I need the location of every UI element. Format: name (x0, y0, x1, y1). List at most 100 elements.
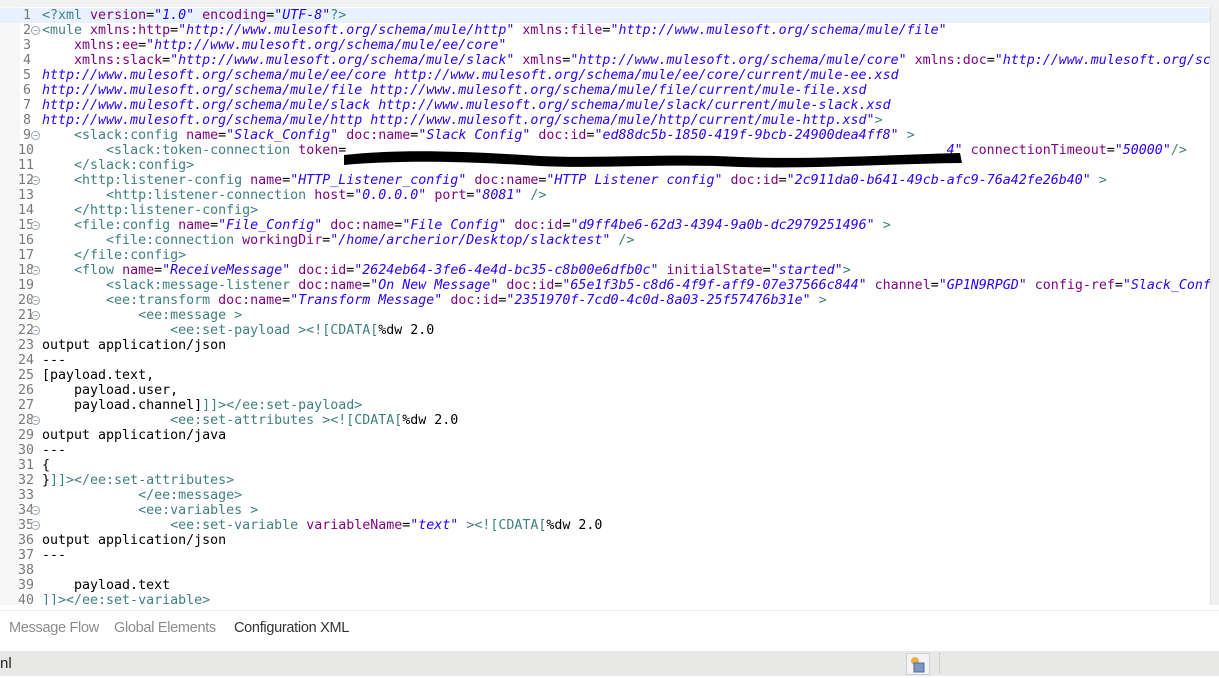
fold-collapse-icon[interactable]: − (31, 266, 40, 275)
code-line[interactable]: 16 <file:connection workingDir="/home/ar… (0, 233, 1210, 248)
status-bar: nl (0, 651, 1219, 676)
xml-value: http://www.mulesoft.org/schema/mule/slac… (42, 98, 891, 113)
code-line[interactable]: 13 <http:listener-connection host="0.0.0… (0, 188, 1210, 203)
xml-tag: <?xml (42, 8, 91, 23)
code-line[interactable]: 20− <ee:transform doc:name="Transform Me… (0, 293, 1210, 308)
fold-collapse-icon[interactable]: − (31, 296, 40, 305)
plain-text: = (138, 38, 147, 53)
fold-collapse-icon[interactable]: − (31, 521, 40, 530)
xml-editor[interactable]: 1 <?xml version="1.0" encoding="UTF-8"?> 2… (0, 7, 1210, 605)
xml-value: "On New Message" (370, 278, 499, 293)
plain-text: %dw 2.0 (546, 518, 603, 533)
plain-text: output application/json (42, 533, 227, 548)
xml-value: "GP1N9RPGD" (938, 278, 1027, 293)
code-line[interactable]: 12− <http:listener-config name="HTTP_Lis… (0, 173, 1210, 188)
code-line[interactable]: 21− <ee:message > (0, 308, 1210, 323)
code-line[interactable]: 1 <?xml version="1.0" encoding="UTF-8"?> (0, 8, 1210, 23)
xml-tag: <http:listener-connection (106, 188, 315, 203)
code-line[interactable]: 36 output application/json (0, 533, 1210, 548)
line-number: 31 (18, 458, 35, 473)
plain-text: payload.user, (42, 383, 179, 398)
plain-text (42, 38, 74, 53)
code-line[interactable]: 23 output application/json (0, 338, 1210, 353)
fold-collapse-icon[interactable]: − (31, 131, 40, 140)
code-line[interactable]: 2− <mule xmlns:http="http://www.mulesoft.… (0, 23, 1210, 38)
xml-value: http://www.mulesoft.org/schema/mule/ee/c… (42, 68, 899, 83)
xml-attribute: doc:id (514, 218, 563, 233)
code-line[interactable]: 18− <flow name="ReceiveMessage" doc:id="… (0, 263, 1210, 278)
code-line[interactable]: 29 output application/java (0, 428, 1210, 443)
code-line[interactable]: 9− <slack:config name="Slack_Config" doc… (0, 128, 1210, 143)
code-line[interactable]: 22− <ee:set-payload ><![CDATA[%dw 2.0 (0, 323, 1210, 338)
code-line[interactable]: 24 --- (0, 353, 1210, 368)
xml-tag: <ee:set-variable (170, 518, 307, 533)
xml-tag: <ee:set-payload ><![CDATA[ (170, 323, 379, 338)
code-line[interactable]: 6 http://www.mulesoft.org/schema/mule/fil… (0, 83, 1210, 98)
code-line[interactable]: 5 http://www.mulesoft.org/schema/mule/ee/… (0, 68, 1210, 83)
line-number: 27 (18, 398, 35, 413)
code-line[interactable]: 17 </file:config> (0, 248, 1210, 263)
code-line[interactable]: 30 --- (0, 443, 1210, 458)
code-line[interactable]: 34− <ee:variables > (0, 503, 1210, 518)
xml-attribute: doc:id (298, 263, 347, 278)
code-line[interactable]: 14 </http:listener-config> (0, 203, 1210, 218)
xml-attribute: initialState (666, 263, 763, 278)
plain-text (42, 278, 106, 293)
code-line[interactable]: 33 </ee:message> (0, 488, 1210, 503)
code-text: </ee:message> (42, 488, 242, 503)
code-line[interactable]: 7 http://www.mulesoft.org/schema/mule/sla… (0, 98, 1210, 113)
xml-attribute: doc:name (218, 293, 283, 308)
line-number: 40 (18, 593, 35, 605)
code-line[interactable]: 25 [payload.text, (0, 368, 1210, 383)
xml-attribute: doc:name (298, 278, 363, 293)
code-line[interactable]: 40]]></ee:set-variable> (0, 593, 1210, 605)
code-line[interactable]: 39 payload.text (0, 578, 1210, 593)
fold-collapse-icon[interactable]: − (31, 221, 40, 230)
code-line[interactable]: 4 xmlns:slack="http://www.mulesoft.org/s… (0, 53, 1210, 68)
xml-attribute: port (434, 188, 467, 203)
line-number: 4 (22, 53, 31, 68)
fold-collapse-icon[interactable]: − (31, 311, 40, 320)
tab-configuration-xml[interactable]: Configuration XML (234, 620, 349, 636)
redaction-mark (344, 151, 962, 168)
plain-text (907, 53, 915, 68)
xml-tag: <file:config (74, 218, 179, 233)
xml-attribute: xmlns (522, 53, 563, 68)
xml-attribute: channel (874, 278, 931, 293)
fold-collapse-icon[interactable]: − (31, 176, 40, 185)
code-line[interactable]: 19 <slack:message-listener doc:name = "On … (0, 278, 1210, 293)
line-number: 30 (18, 443, 35, 458)
code-line[interactable]: 37 --- (0, 548, 1210, 563)
code-line[interactable]: 15− <file:config name="File_Config" doc:… (0, 218, 1210, 233)
xml-value: "http://www.mulesoft.org/schema/mule/htt… (178, 23, 515, 38)
xml-tag: <slack:message-listener (106, 278, 299, 293)
line-number: 10 (18, 143, 35, 158)
plain-text: = (162, 53, 171, 68)
code-line[interactable]: 35− <ee:set-variable variableName="text"… (0, 518, 1210, 533)
line-number: 1 (22, 8, 31, 23)
code-line[interactable]: 3 xmlns:ee="http://www.mulesoft.org/sche… (0, 38, 1210, 53)
plain-text: = (930, 278, 939, 293)
tab-message-flow[interactable]: Message Flow (9, 620, 99, 636)
code-line[interactable]: 8 http://www.mulesoft.org/schema/mule/htt… (0, 113, 1210, 128)
code-line[interactable]: 38 (0, 563, 1210, 578)
code-text: <ee:variables > (42, 503, 258, 518)
plain-text: = (170, 23, 179, 38)
fold-collapse-icon[interactable]: − (31, 416, 40, 425)
plain-text: output application/json (42, 338, 227, 353)
code-text: <ee:transform doc:name="Transform Messag… (42, 293, 827, 308)
tab-global-elements[interactable]: Global Elements (114, 620, 216, 636)
xml-value: "65e1f3b5-c8d6-4f9f-aff9-07e37566c844" (562, 278, 867, 293)
code-text: http://www.mulesoft.org/schema/mule/ee/c… (42, 68, 899, 83)
fold-collapse-icon[interactable]: − (31, 26, 40, 35)
code-line[interactable]: 27 payload.channel]]]></ee:set-payload> (0, 398, 1210, 413)
fold-collapse-icon[interactable]: − (31, 506, 40, 515)
vertical-scrollbar[interactable] (1210, 7, 1219, 605)
fold-collapse-icon[interactable]: − (31, 326, 40, 335)
code-line[interactable]: 31 { (0, 458, 1210, 473)
code-line[interactable]: 32}]]></ee:set-attributes> (0, 473, 1210, 488)
workspace-icon[interactable] (906, 653, 930, 675)
code-line[interactable]: 28− <ee:set-attributes ><![CDATA[%dw 2.0 (0, 413, 1210, 428)
code-line[interactable]: 26 payload.user, (0, 383, 1210, 398)
line-number: 17 (18, 248, 35, 263)
